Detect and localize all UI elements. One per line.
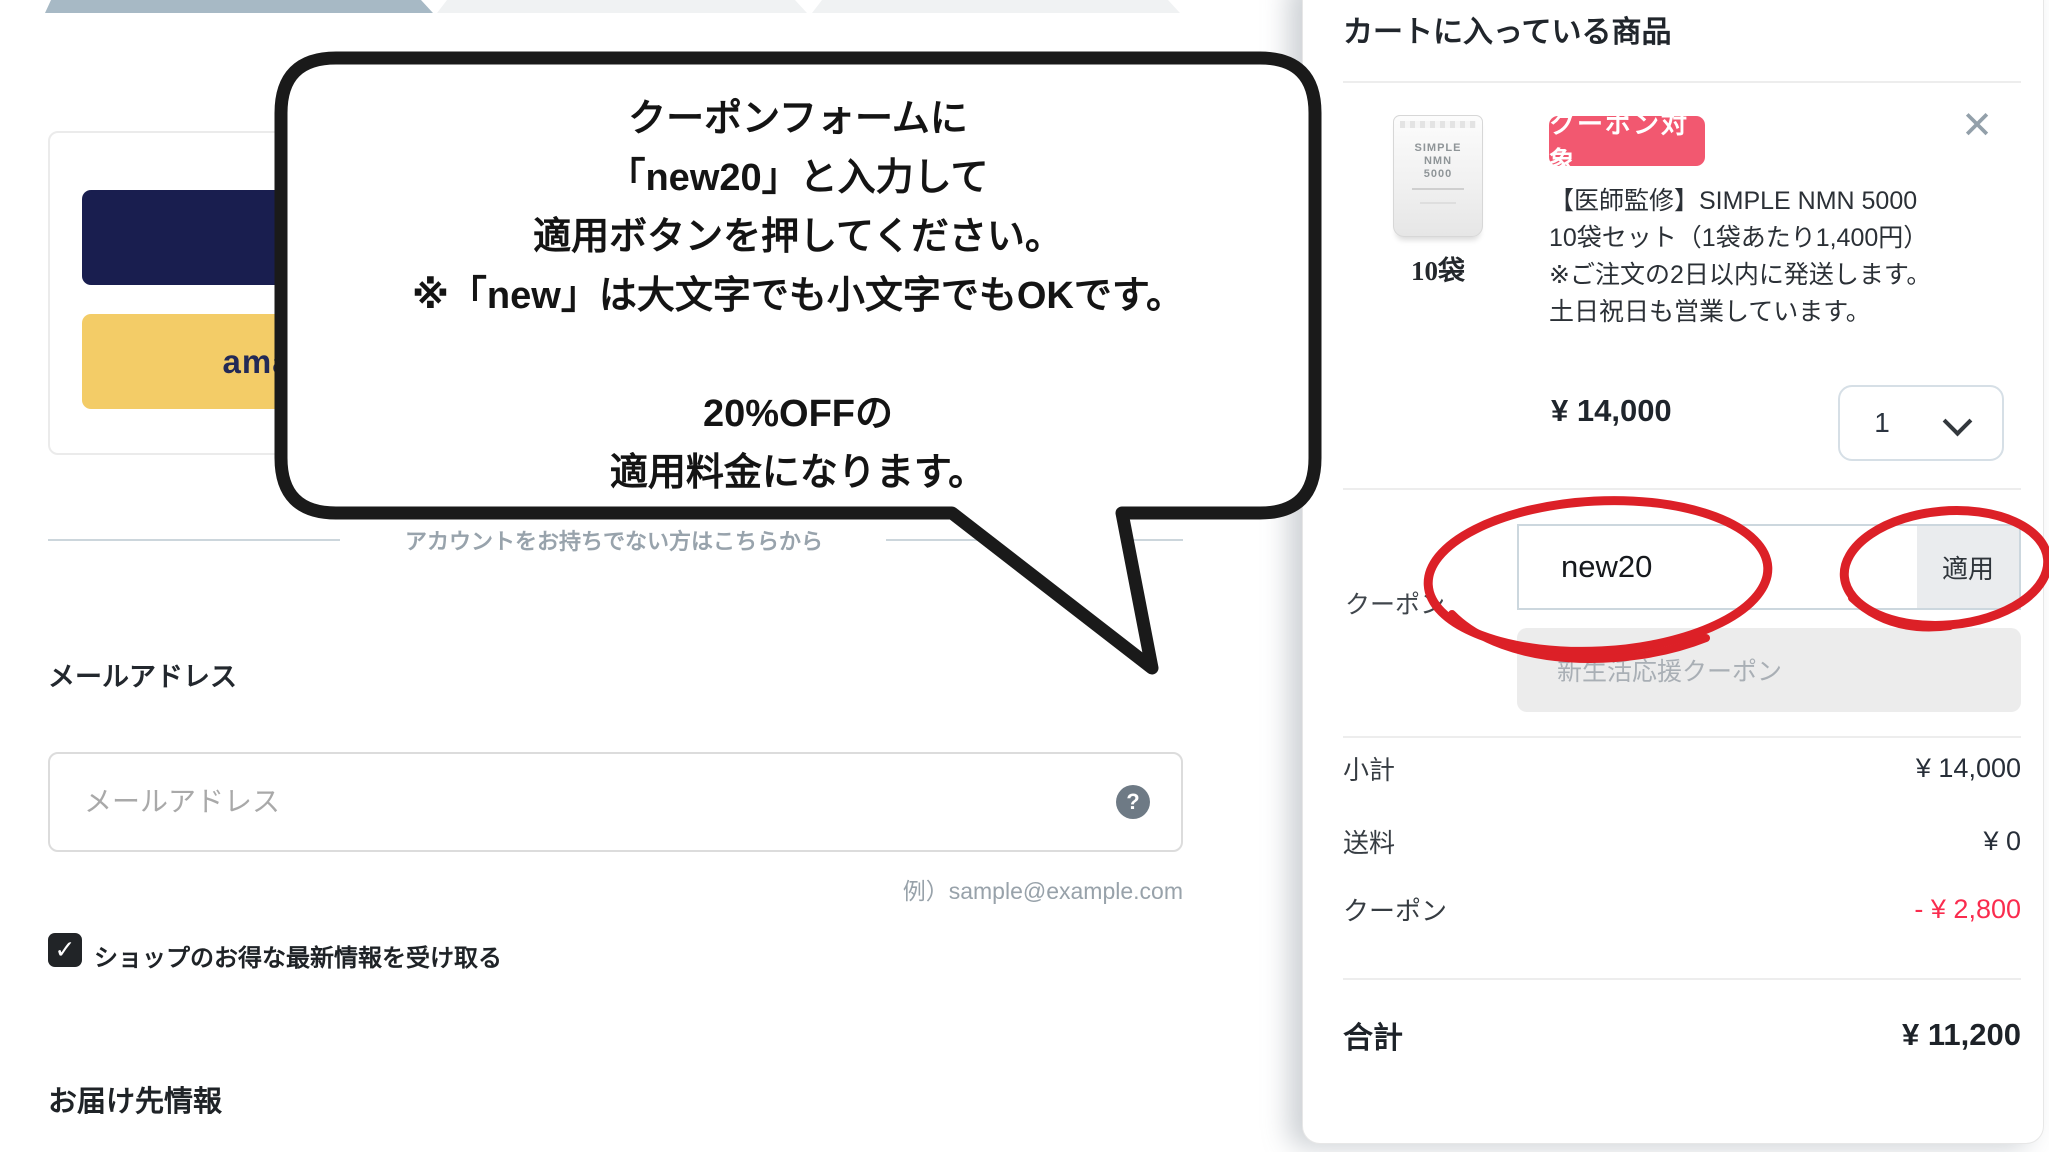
coupon-eligible-badge: クーポン対象 (1549, 116, 1705, 166)
email-heading: メールアドレス (48, 655, 237, 694)
coupon-discount-row: クーポン - ¥ 2,800 (1343, 891, 2021, 928)
product-name-line1: 【医師監修】SIMPLE NMN 5000 (1549, 183, 2019, 220)
divider-line-right (886, 539, 1183, 541)
subtotal-label: 小計 (1343, 750, 1395, 787)
coupon-suggestion-box[interactable]: 新生活応援クーポン (1517, 628, 2021, 712)
remove-item-icon[interactable]: ✕ (1955, 103, 1999, 147)
account-divider-text: アカウントをお持ちでない方はこちらから (356, 524, 872, 556)
product-name-line2: 10袋セット（1袋あたり1,400円） (1549, 220, 2019, 257)
chevron-down-icon (1943, 407, 1973, 437)
newsletter-checkbox[interactable]: ✓ (48, 933, 82, 967)
shipping-row: 送料 ¥ 0 (1343, 823, 2021, 860)
total-label: 合計 (1343, 1013, 1403, 1057)
cart-divider-1 (1343, 81, 2021, 83)
subtotal-row: 小計 ¥ 14,000 (1343, 750, 2021, 787)
cart-divider-3 (1343, 736, 2021, 738)
email-example-text: 例）sample@example.com (700, 872, 1183, 906)
browser-tab-inactive-2[interactable] (812, 0, 1180, 13)
checkmark-icon: ✓ (55, 935, 76, 965)
shipping-section-heading: お届け先情報 (48, 1078, 222, 1120)
help-icon[interactable]: ? (1116, 785, 1150, 819)
product-price: ¥ 14,000 (1551, 393, 1672, 429)
amazon-pay-button[interactable]: amazon pay (82, 314, 562, 409)
quantity-select[interactable]: 1 (1838, 385, 2004, 461)
product-name: 【医師監修】SIMPLE NMN 5000 10袋セット（1袋あたり1,400円… (1549, 183, 2019, 331)
cart-title: カートに入っている商品 (1343, 7, 1672, 51)
product-pouch-text: SIMPLENMN5000 (1394, 142, 1482, 181)
cart-divider-2 (1343, 488, 2021, 490)
newsletter-label: ショップのお得な最新情報を受け取る (94, 938, 502, 973)
cart-divider-4 (1343, 978, 2021, 980)
shipping-label: 送料 (1343, 823, 1395, 860)
coupon-input[interactable] (1517, 524, 1919, 610)
coupon-discount-value: - ¥ 2,800 (1914, 894, 2021, 925)
product-thumb-caption: 10袋 (1367, 249, 1509, 288)
browser-tab-inactive-1[interactable] (437, 0, 807, 13)
product-image: SIMPLENMN5000 (1367, 109, 1509, 251)
login-button[interactable] (82, 190, 562, 285)
coupon-label: クーポン (1345, 585, 1445, 621)
total-value: ¥ 11,200 (1902, 1017, 2021, 1053)
subtotal-value: ¥ 14,000 (1916, 753, 2021, 784)
email-input[interactable] (48, 752, 1183, 852)
coupon-discount-label: クーポン (1343, 891, 1447, 928)
cart-sidebar: カートに入っている商品 SIMPLENMN5000 10袋 クーポン対象 ✕ 【… (1302, 0, 2044, 1144)
amazon-pay-label: amazon pay (223, 343, 422, 381)
divider-line-left (48, 539, 340, 541)
help-icon-glyph: ? (1126, 789, 1139, 815)
checkout-page: amazon pay アカウントをお持ちでない方はこちらから メールアドレス ?… (0, 0, 2049, 1152)
quantity-value: 1 (1840, 387, 1924, 459)
coupon-apply-button[interactable]: 適用 (1917, 524, 2021, 610)
product-name-line3: ※ご注文の2日以内に発送します。 (1549, 257, 2019, 294)
product-pouch-graphic: SIMPLENMN5000 (1393, 115, 1483, 237)
browser-tab-active[interactable] (45, 0, 433, 13)
product-name-line4: 土日祝日も営業しています。 (1549, 294, 2019, 331)
shipping-value: ¥ 0 (1983, 826, 2021, 857)
total-row: 合計 ¥ 11,200 (1343, 1013, 2021, 1057)
